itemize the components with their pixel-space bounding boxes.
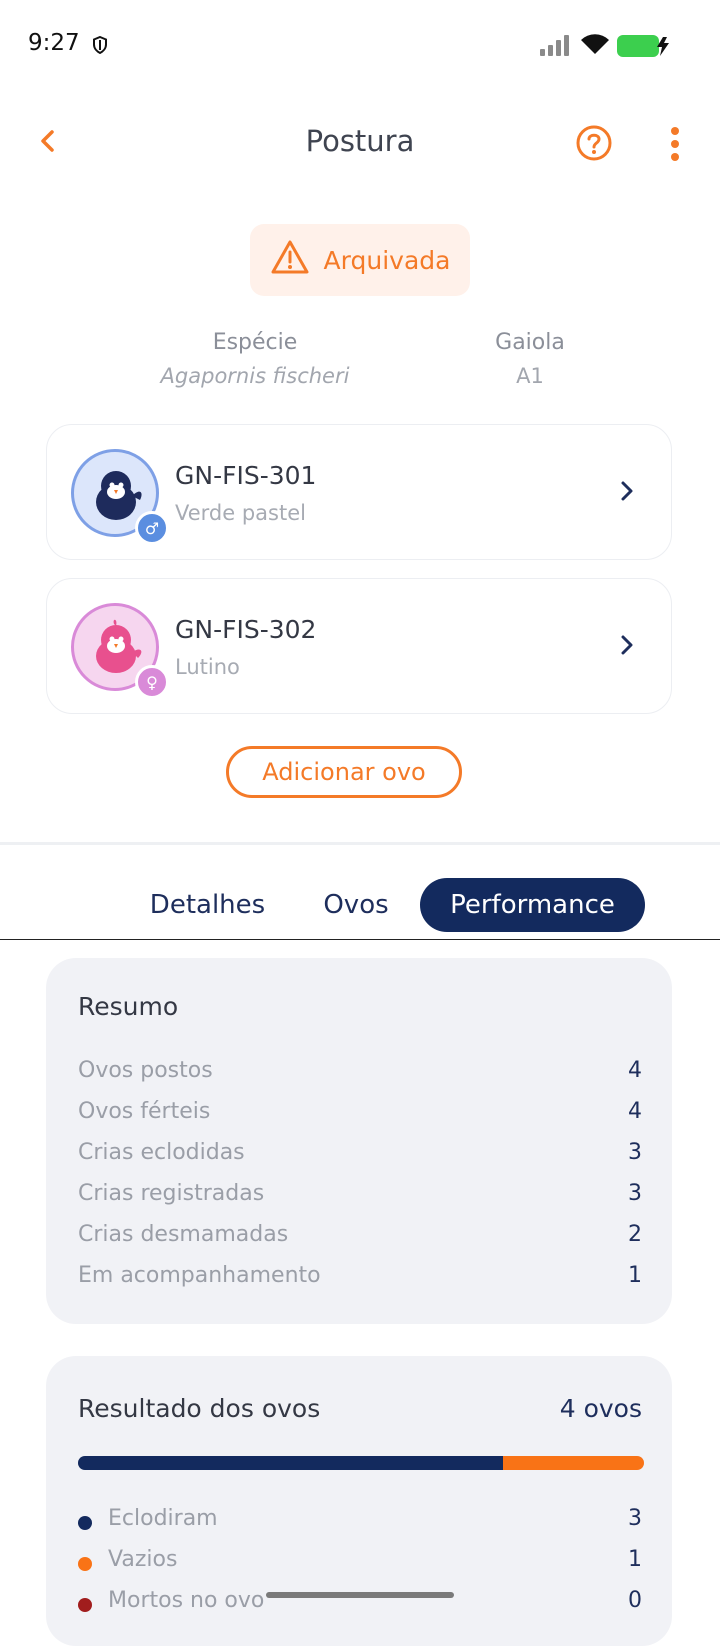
tab-details[interactable]: Detalhes — [140, 878, 275, 932]
summary-row-value: 2 — [628, 1222, 642, 1247]
bird-mutation: Lutino — [175, 655, 240, 679]
help-button[interactable] — [575, 124, 613, 166]
egg-results-bar — [78, 1456, 644, 1470]
home-indicator[interactable] — [266, 1592, 454, 1598]
bird-id: GN-FIS-301 — [175, 461, 317, 490]
chevron-right-icon — [617, 477, 637, 509]
cage-value: A1 — [516, 364, 544, 388]
legend-value: 3 — [628, 1506, 642, 1531]
summary-row-value: 3 — [628, 1140, 642, 1165]
tab-underline — [0, 939, 720, 940]
female-icon: ♀ — [135, 665, 169, 699]
more-options-button[interactable] — [668, 126, 682, 166]
summary-row-value: 4 — [628, 1099, 642, 1124]
summary-row-label: Ovos férteis — [78, 1099, 211, 1124]
add-egg-button[interactable]: Adicionar ovo — [226, 746, 462, 798]
legend-dot — [78, 1557, 92, 1571]
legend-dot — [78, 1516, 92, 1530]
summary-row-value: 4 — [628, 1058, 642, 1083]
cage-label: Gaiola — [495, 330, 565, 355]
summary-row-label: Crias desmamadas — [78, 1222, 289, 1247]
warning-icon — [270, 239, 310, 281]
species-label: Espécie — [212, 330, 298, 355]
summary-panel: Resumo Ovos postos 4 Ovos férteis 4 Cria… — [46, 958, 672, 1324]
tab-performance[interactable]: Performance — [420, 878, 645, 932]
battery-charging-icon — [617, 34, 673, 62]
section-divider — [0, 842, 720, 845]
status-time: 9:27 — [28, 30, 80, 56]
summary-row-label: Crias eclodidas — [78, 1140, 245, 1165]
egg-results-bar-segment — [502, 1456, 644, 1470]
legend-label: Vazios — [108, 1547, 178, 1572]
legend-value: 1 — [628, 1547, 642, 1572]
male-icon: ♂ — [135, 511, 169, 545]
summary-row-label: Em acompanhamento — [78, 1263, 321, 1288]
bird-card-female[interactable]: ♀ GN-FIS-302 Lutino — [46, 578, 672, 714]
bird-id: GN-FIS-302 — [175, 615, 317, 644]
summary-row-label: Crias registradas — [78, 1181, 265, 1206]
egg-results-bar-segment — [78, 1456, 503, 1470]
bird-card-male[interactable]: ♂ GN-FIS-301 Verde pastel — [46, 424, 672, 560]
summary-title: Resumo — [78, 992, 179, 1021]
legend-dot — [78, 1598, 92, 1612]
status-badge-label: Arquivada — [323, 245, 451, 275]
egg-results-title: Resultado dos ovos — [78, 1394, 321, 1423]
tab-eggs[interactable]: Ovos — [306, 878, 406, 932]
legend-label: Eclodiram — [108, 1506, 218, 1531]
bird-mutation: Verde pastel — [175, 501, 306, 525]
summary-row-label: Ovos postos — [78, 1058, 213, 1083]
summary-row-value: 3 — [628, 1181, 642, 1206]
summary-row-value: 1 — [628, 1263, 642, 1288]
legend-value: 0 — [628, 1588, 642, 1613]
signal-icon — [540, 34, 572, 60]
legend-label: Mortos no ovo — [108, 1588, 265, 1613]
status-badge: Arquivada — [250, 224, 470, 296]
chevron-right-icon — [617, 631, 637, 663]
wifi-icon — [580, 33, 610, 59]
egg-results-panel: Resultado dos ovos 4 ovos Eclodiram 3 Va… — [46, 1356, 672, 1646]
species-value: Agapornis fischeri — [160, 364, 350, 388]
egg-results-total: 4 ovos — [559, 1394, 642, 1423]
shield-icon — [92, 35, 108, 58]
